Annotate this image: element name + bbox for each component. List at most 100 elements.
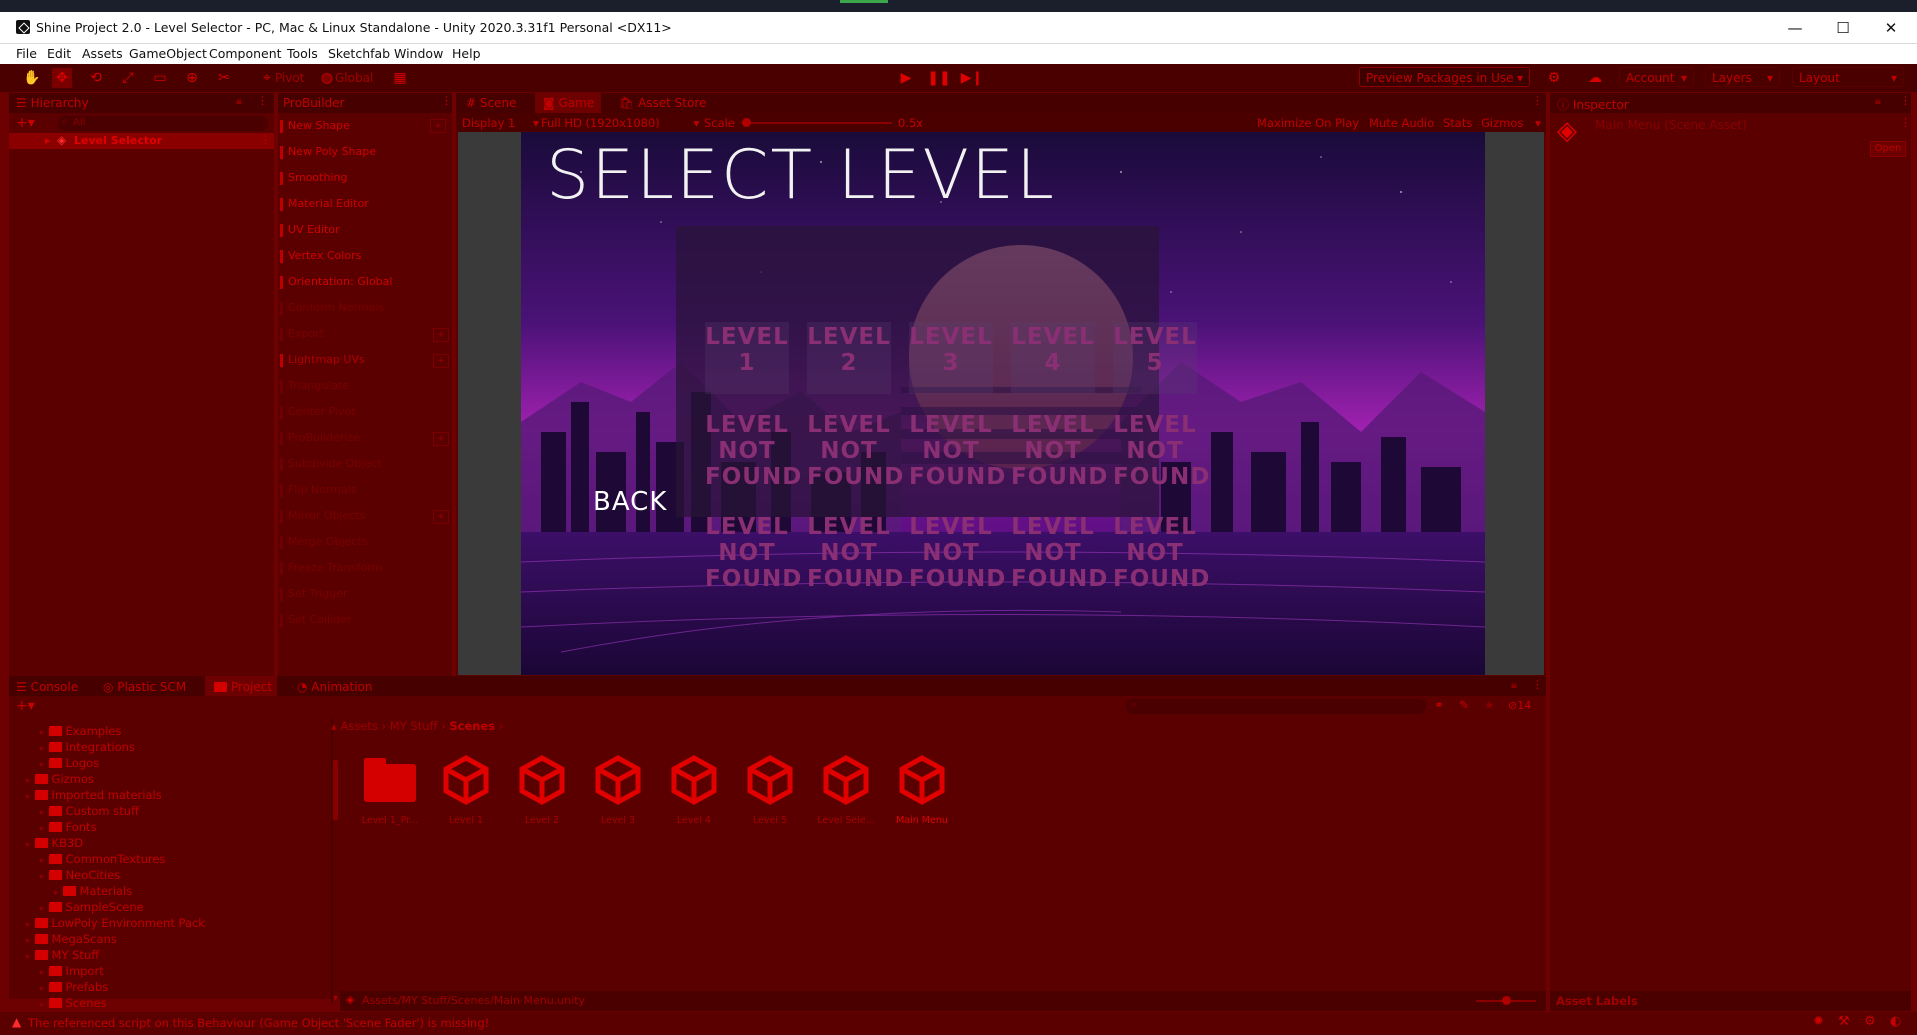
- unity-scene-icon[interactable]: [668, 754, 720, 806]
- expand-arrow-icon[interactable]: ▸: [40, 824, 45, 834]
- mute-audio-toggle[interactable]: Mute Audio: [1369, 116, 1434, 130]
- maximize-on-play-toggle[interactable]: Maximize On Play: [1257, 116, 1359, 130]
- status-message[interactable]: The referenced script on this Behaviour …: [28, 1016, 489, 1030]
- unity-scene-icon[interactable]: [744, 754, 796, 806]
- expand-arrow-icon[interactable]: ▸: [40, 760, 45, 770]
- level-not-found-button[interactable]: LEVEL NOT FOUND: [807, 514, 903, 592]
- probuilder-item[interactable]: Smoothing: [288, 171, 347, 184]
- tree-item[interactable]: ▸ Scenes: [40, 996, 107, 1010]
- breadcrumb-up-arrow-icon[interactable]: ▴: [331, 719, 337, 733]
- menu-gameobject[interactable]: GameObject: [129, 46, 207, 61]
- menu-window[interactable]: Window: [394, 46, 443, 61]
- tab-game[interactable]: ◙ Game: [543, 96, 594, 110]
- create-asset-icon[interactable]: +▾: [16, 698, 35, 714]
- stats-toggle[interactable]: Stats: [1443, 116, 1472, 130]
- level-not-found-button[interactable]: LEVEL NOT FOUND: [1011, 514, 1107, 592]
- probuilder-item[interactable]: UV Editor: [288, 223, 340, 236]
- breadcrumb-assets[interactable]: Assets: [340, 719, 377, 733]
- add-icon[interactable]: +▾: [16, 115, 35, 131]
- expand-arrow-icon[interactable]: ▸: [40, 808, 45, 818]
- play-button[interactable]: ▶: [894, 66, 918, 90]
- hierarchy-search-input[interactable]: [58, 116, 268, 131]
- tree-item[interactable]: ▸ Materials: [54, 884, 132, 898]
- lock-icon[interactable]: 🔒︎: [236, 94, 242, 108]
- asset-item-label[interactable]: Level 5: [733, 815, 807, 826]
- level-not-found-button[interactable]: LEVEL NOT FOUND: [1011, 412, 1107, 490]
- probuilder-item[interactable]: Triangulate: [288, 379, 349, 392]
- path-collapse-arrow-icon[interactable]: ▾: [333, 993, 338, 1004]
- asset-item-label[interactable]: Level Sele...: [809, 815, 883, 826]
- hand-tool-icon[interactable]: ✋: [22, 68, 42, 88]
- asset-item-label[interactable]: Level 1: [429, 815, 503, 826]
- tab-hierarchy[interactable]: ☰ Hierarchy: [16, 96, 89, 110]
- tab-scene[interactable]: # Scene: [466, 96, 516, 110]
- tree-item[interactable]: ▸ Logos: [40, 756, 99, 770]
- expand-arrow-icon[interactable]: ▸: [26, 792, 31, 802]
- favorite-star-icon[interactable]: ★: [1484, 698, 1495, 712]
- probuilder-item[interactable]: Merge Objects: [288, 535, 367, 548]
- tab-plastic-scm[interactable]: ◎ Plastic SCM: [103, 680, 186, 694]
- asset-item-label[interactable]: Level 1_Pr...: [353, 815, 427, 826]
- diagnostics-icon[interactable]: ⚒: [1838, 1014, 1850, 1029]
- tree-item[interactable]: ▸ Imported materials: [26, 788, 162, 802]
- tab-project[interactable]: Project: [214, 680, 272, 694]
- level-not-found-button[interactable]: LEVEL NOT FOUND: [807, 412, 903, 490]
- probuilder-item[interactable]: Lightmap UVs: [288, 353, 365, 366]
- level-not-found-button[interactable]: LEVEL NOT FOUND: [909, 514, 1005, 592]
- probuilder-item[interactable]: Subdivide Object: [288, 457, 382, 470]
- display-dropdown[interactable]: Display 1 ▾: [462, 116, 539, 130]
- hidden-packages-toggle[interactable]: ⊘14: [1508, 699, 1531, 712]
- plus-icon[interactable]: +: [433, 354, 449, 368]
- expand-arrow-icon[interactable]: ▸: [40, 728, 45, 738]
- icon-size-slider-handle[interactable]: [1502, 996, 1511, 1005]
- menu-sketchfab[interactable]: Sketchfab: [328, 46, 390, 61]
- menu-component[interactable]: Component: [209, 46, 282, 61]
- level-not-found-button[interactable]: LEVEL NOT FOUND: [909, 412, 1005, 490]
- tree-item[interactable]: ▸ LowPoly Environment Pack: [26, 916, 205, 930]
- tab-probuilder[interactable]: ProBuilder: [283, 96, 344, 110]
- expand-arrow-icon[interactable]: ▸: [26, 936, 31, 946]
- probuilder-item[interactable]: Orientation: Global: [288, 275, 392, 288]
- cloud-icon[interactable]: ☁: [1585, 68, 1605, 88]
- filter-by-type-icon[interactable]: ⚭: [1434, 698, 1444, 712]
- plus-icon[interactable]: +: [433, 510, 449, 524]
- more-options-icon[interactable]: ⋮: [1532, 678, 1543, 691]
- tab-asset-store[interactable]: 🛍︎ Asset Store: [619, 96, 706, 110]
- probuilder-item[interactable]: New Poly Shape: [288, 145, 376, 158]
- probuilder-item[interactable]: Material Editor: [288, 197, 369, 210]
- probuilder-item[interactable]: Mirror Objects: [288, 509, 365, 522]
- maximize-button[interactable]: ☐: [1820, 12, 1866, 43]
- unity-scene-icon[interactable]: [820, 754, 872, 806]
- transform-tool-icon[interactable]: ⊕: [182, 68, 202, 88]
- probuilder-item[interactable]: Export: [288, 327, 324, 340]
- level-button[interactable]: LEVEL 5: [1113, 322, 1197, 394]
- more-options-icon[interactable]: ⋮: [1532, 94, 1543, 107]
- collab-icon[interactable]: ⚙: [1864, 1014, 1876, 1029]
- more-options-icon[interactable]: ⋮: [260, 133, 271, 146]
- plus-icon[interactable]: +: [433, 328, 449, 342]
- probuilder-item[interactable]: New Shape: [288, 119, 350, 132]
- plus-icon[interactable]: +: [433, 432, 449, 446]
- tree-item[interactable]: ▸ Integrations: [40, 740, 135, 754]
- asset-item-label[interactable]: Level 4: [657, 815, 731, 826]
- back-button[interactable]: BACK: [593, 487, 667, 517]
- probuilder-item[interactable]: Conform Normals: [288, 301, 384, 314]
- tab-inspector[interactable]: ⓘ Inspector: [1557, 96, 1629, 113]
- menu-file[interactable]: File: [16, 46, 37, 61]
- unity-scene-icon[interactable]: [896, 754, 948, 806]
- scale-slider-handle[interactable]: [742, 118, 751, 127]
- plus-icon[interactable]: +: [430, 119, 446, 133]
- menu-tools[interactable]: Tools: [287, 46, 318, 61]
- probuilder-item[interactable]: Set Trigger: [288, 587, 348, 600]
- asset-item-label[interactable]: Level 2: [505, 815, 579, 826]
- pause-button[interactable]: ❚❚: [927, 66, 951, 90]
- level-not-found-button[interactable]: LEVEL NOT FOUND: [705, 514, 801, 592]
- more-options-icon[interactable]: ⋮: [1900, 94, 1911, 107]
- step-button[interactable]: ▶❙: [960, 66, 984, 90]
- expand-arrow-icon[interactable]: ▸: [40, 968, 45, 978]
- layers-dropdown[interactable]: Layers ▾: [1705, 67, 1780, 87]
- scale-slider-track[interactable]: [742, 122, 892, 124]
- menu-assets[interactable]: Assets: [82, 46, 123, 61]
- tree-scrollbar[interactable]: [333, 760, 338, 820]
- unity-scene-icon[interactable]: [440, 754, 492, 806]
